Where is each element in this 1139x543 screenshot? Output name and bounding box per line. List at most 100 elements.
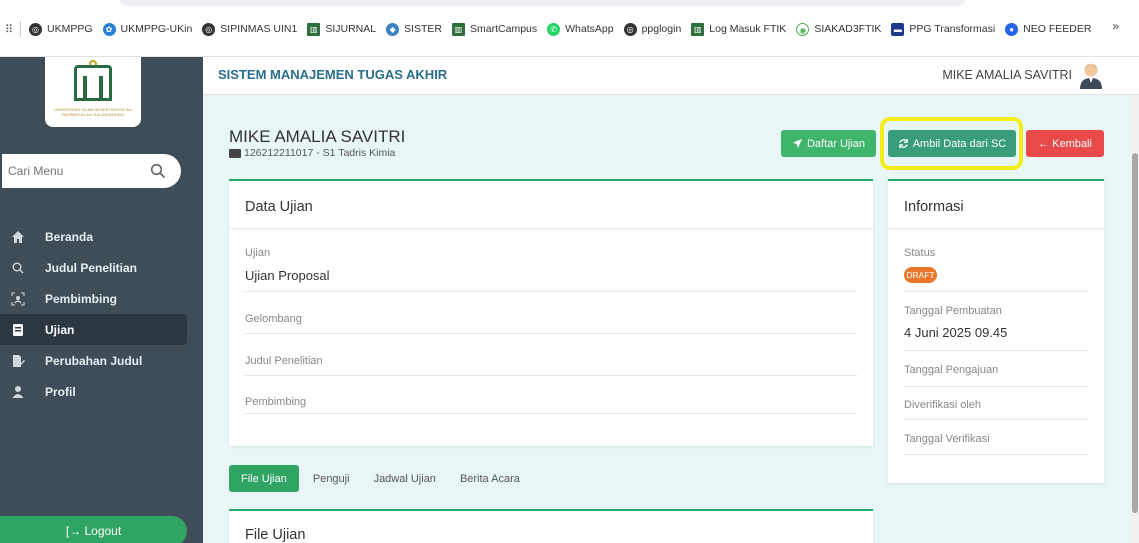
field-divider	[245, 333, 857, 334]
card-title: Informasi	[904, 199, 964, 215]
user-menu-name[interactable]: MIKE AMALIA SAVITRI	[942, 68, 1072, 82]
field-label-judul-penelitian: Judul Penelitian	[245, 355, 323, 367]
file-ujian-card: File Ujian	[229, 509, 873, 543]
field-divider	[904, 419, 1088, 420]
bookmark-ukmppg[interactable]: ◎ UKMPPG	[29, 22, 93, 36]
sidebar-item-judul-penelitian[interactable]: Judul Penelitian	[0, 252, 187, 283]
building-icon: ▥	[307, 22, 321, 36]
bookmark-ppg-transformasi[interactable]: ▬ PPG Transformasi	[891, 22, 995, 36]
card-divider	[229, 228, 873, 229]
sidebar: UNIVERSITAS ISLAM NEGERI SAYYID ALI RAHM…	[0, 57, 203, 543]
feeder-icon: ●	[1005, 22, 1019, 36]
ppg-icon: ▬	[891, 22, 905, 36]
bookmark-siakad3ftik[interactable]: ◉ SIAKAD3FTIK	[796, 22, 881, 36]
globe-icon: ◎	[29, 22, 42, 36]
sidebar-search	[2, 154, 181, 188]
sidebar-item-label: Judul Penelitian	[45, 260, 138, 275]
bookmark-log-masuk-ftik[interactable]: ▥ Log Masuk FTIK	[691, 22, 786, 36]
address-bar-edge[interactable]	[120, 0, 965, 6]
tab-file-ujian[interactable]: File Ujian	[229, 465, 299, 492]
avatar[interactable]	[1078, 61, 1104, 89]
sidebar-item-perubahan-judul[interactable]: Perubahan Judul	[0, 345, 187, 376]
bookmark-separator	[20, 21, 21, 37]
tanggal-pembuatan-value: 4 Juni 2025 09.45	[904, 325, 1008, 340]
sidebar-item-label: Perubahan Judul	[45, 353, 143, 368]
field-label-ujian: Ujian	[245, 247, 271, 259]
university-logo[interactable]: UNIVERSITAS ISLAM NEGERI SAYYID ALI RAHM…	[45, 57, 141, 127]
kembali-button[interactable]: ← Kembali	[1026, 130, 1104, 157]
bookmark-ukmppg-ukin[interactable]: ✿ UKMPPG-UKin	[102, 22, 192, 36]
sidebar-item-pembimbing[interactable]: Pembimbing	[0, 283, 187, 314]
bookmark-sijurnal[interactable]: ▥ SIJURNAL	[307, 22, 376, 36]
top-header: SISTEM MANAJEMEN TUGAS AKHIR MIKE AMALIA…	[203, 57, 1139, 95]
bookmarks-bar: ⠿ ◎ UKMPPG ✿ UKMPPG-UKin ◎ SIPINMAS UIN1 ▥ S…	[0, 0, 1139, 57]
diverifikasi-oleh-label: Diverifikasi oleh	[904, 399, 982, 411]
tab-jadwal-ujian[interactable]: Jadwal Ujian	[362, 465, 448, 492]
field-divider	[245, 291, 857, 292]
card-divider	[888, 228, 1104, 229]
university-icon: ✿	[102, 22, 116, 36]
field-divider	[904, 291, 1088, 292]
search-icon[interactable]	[150, 163, 166, 179]
status-label: Status	[904, 247, 936, 259]
sidebar-item-profil[interactable]: Profil	[0, 376, 187, 407]
building-icon: ▥	[452, 22, 466, 36]
id-card-icon	[229, 148, 241, 158]
logo-emblem-icon	[74, 65, 112, 101]
sidebar-nav: Beranda Judul Penelitian Pembimbing Ujia…	[0, 221, 187, 407]
sister-icon: ◆	[386, 22, 400, 36]
tanggal-verifikasi-label: Tanggal Verifikasi	[904, 433, 990, 445]
field-divider	[245, 413, 857, 414]
sidebar-item-label: Profil	[45, 384, 76, 399]
bookmark-sister[interactable]: ◆ SISTER	[386, 22, 442, 36]
home-icon	[12, 230, 24, 243]
bookmark-whatsapp[interactable]: ✆ WhatsApp	[547, 22, 614, 36]
daftar-ujian-button[interactable]: Daftar Ujian	[781, 130, 876, 157]
field-divider	[904, 386, 1088, 387]
edit-file-icon	[13, 354, 25, 367]
page-scrollbar[interactable]	[1131, 95, 1139, 543]
informasi-card: Informasi Status DRAFT Tanggal Pembuatan…	[888, 179, 1104, 483]
tab-penguji[interactable]: Penguji	[301, 465, 362, 492]
app-title: SISTEM MANAJEMEN TUGAS AKHIR	[218, 67, 448, 82]
sidebar-item-label: Ujian	[45, 322, 75, 337]
user-icon	[12, 385, 24, 398]
search-icon	[12, 262, 24, 274]
globe-icon: ◎	[202, 22, 216, 36]
search-input[interactable]	[2, 164, 142, 178]
tab-berita-acara[interactable]: Berita Acara	[448, 465, 532, 492]
bookmark-smartcampus[interactable]: ▥ SmartCampus	[452, 22, 537, 36]
logout-button[interactable]: [→ Logout	[0, 516, 187, 543]
student-nim-program: 126212211017 - S1 Tadris Kimia	[244, 147, 396, 159]
globe-icon: ◎	[623, 22, 637, 36]
bookmark-ppglogin[interactable]: ◎ ppglogin	[623, 22, 681, 36]
field-divider	[904, 454, 1088, 455]
student-name: MIKE AMALIA SAVITRI	[229, 127, 406, 146]
sidebar-item-ujian[interactable]: Ujian	[0, 314, 187, 345]
data-ujian-card: Data Ujian Ujian Ujian Proposal Gelomban…	[229, 179, 873, 446]
bookmark-sipinmas[interactable]: ◎ SIPINMAS UIN1	[202, 22, 297, 36]
building-icon: ▥	[691, 22, 705, 36]
scrollbar-thumb[interactable]	[1132, 153, 1138, 513]
field-divider	[245, 375, 857, 376]
field-divider	[904, 350, 1088, 351]
bookmark-neo-feeder[interactable]: ● NEO FEEDER	[1005, 22, 1091, 36]
card-title: Data Ujian	[245, 199, 313, 215]
apps-grid-icon[interactable]: ⠿	[0, 23, 18, 36]
field-label-gelombang: Gelombang	[245, 313, 302, 325]
status-badge: DRAFT	[904, 267, 937, 283]
book-icon	[13, 323, 23, 336]
sidebar-item-label: Beranda	[45, 229, 94, 244]
sidebar-item-label: Pembimbing	[45, 291, 118, 306]
field-value-ujian: Ujian Proposal	[245, 268, 330, 283]
ujian-tabs: File Ujian Penguji Jadwal Ujian Berita A…	[229, 465, 532, 492]
sidebar-item-beranda[interactable]: Beranda	[0, 221, 187, 252]
people-icon	[11, 292, 25, 305]
send-icon	[792, 138, 803, 149]
field-label-pembimbing: Pembimbing	[245, 396, 307, 408]
tanggal-pembuatan-label: Tanggal Pembuatan	[904, 305, 1002, 317]
card-title: File Ujian	[245, 527, 306, 543]
tanggal-pengajuan-label: Tanggal Pengajuan	[904, 364, 999, 376]
bookmarks-overflow-button[interactable]: »	[1112, 19, 1119, 33]
logo-text: UNIVERSITAS ISLAM NEGERI SAYYID ALI RAHM…	[53, 107, 133, 117]
